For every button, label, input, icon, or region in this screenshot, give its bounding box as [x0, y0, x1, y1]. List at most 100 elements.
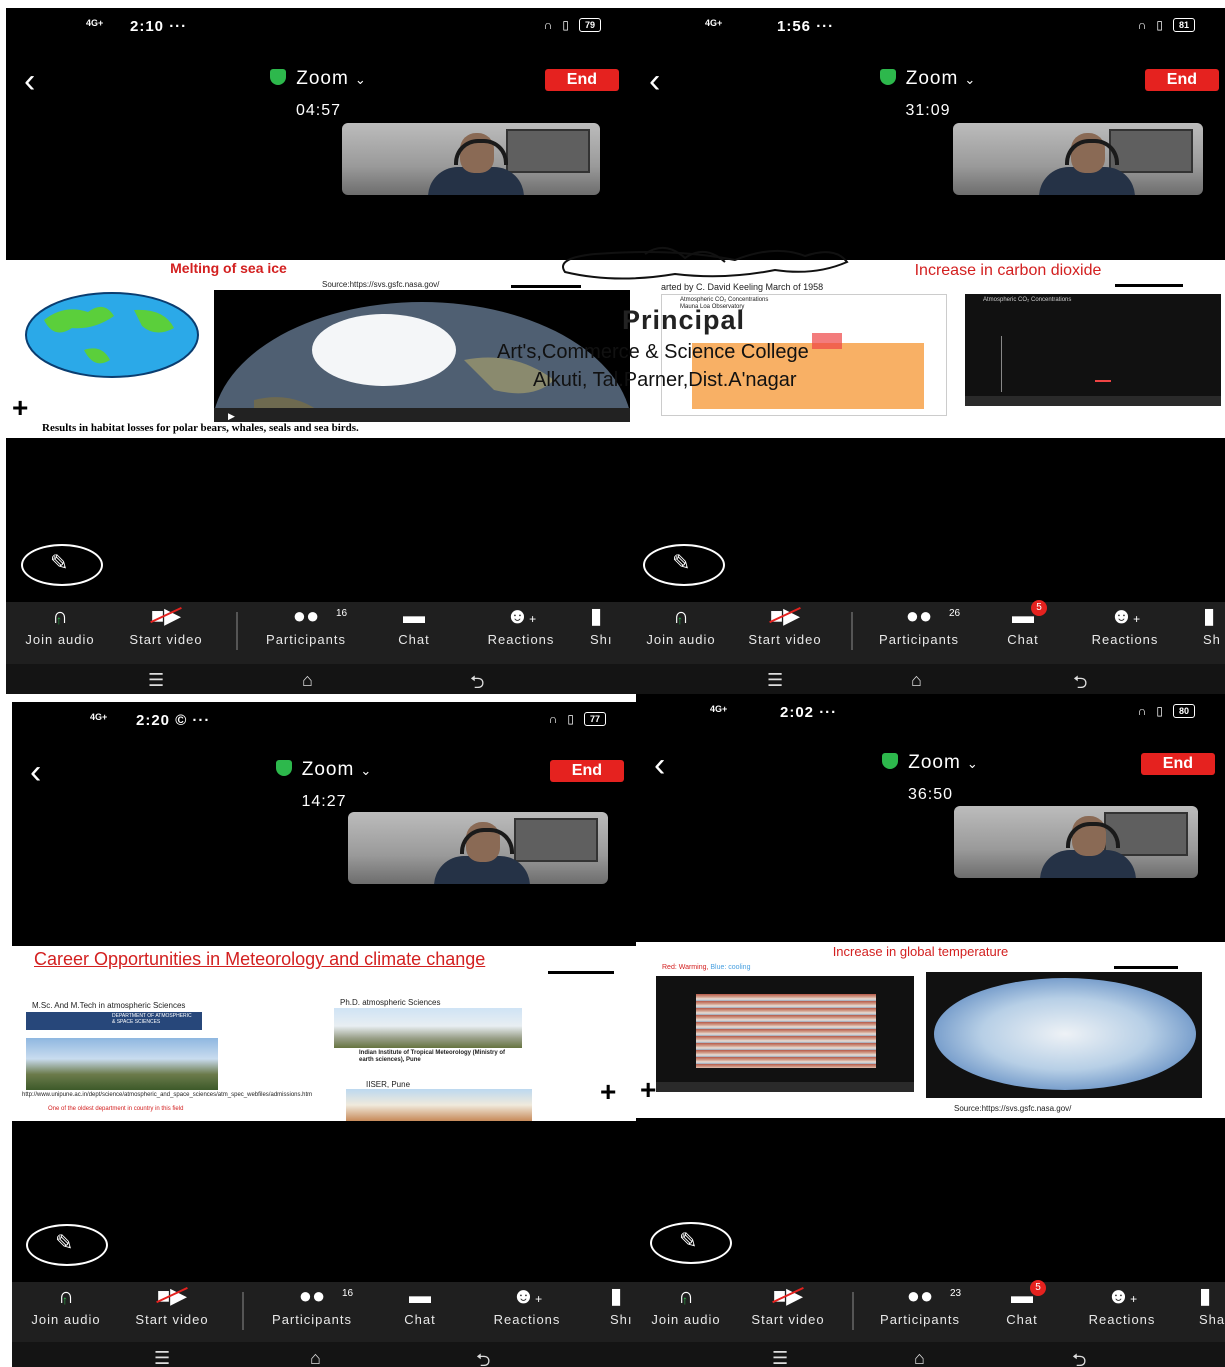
- chat-button[interactable]: ▬ Chat: [364, 602, 464, 647]
- chat-button[interactable]: ▬ 5 Chat: [973, 600, 1073, 647]
- video-off-icon: ■▶: [150, 603, 182, 628]
- meeting-toolbar: ∩ ↑ Join audio ■▶ Start video ●● 16 Participa…: [6, 602, 631, 664]
- menu-icon[interactable]: ☰: [772, 1348, 788, 1367]
- home-icon[interactable]: ⌂: [310, 1348, 321, 1367]
- share-button[interactable]: ▮ Shı: [610, 1282, 636, 1327]
- menu-icon[interactable]: ☰: [767, 670, 783, 691]
- start-video-button[interactable]: ■▶ Start video: [738, 1282, 838, 1327]
- globe-image: [25, 292, 199, 378]
- shield-icon: [270, 69, 287, 85]
- chat-button[interactable]: ▬ 5 Chat: [972, 1280, 1072, 1327]
- join-audio-button[interactable]: ∩ ↑ Join audio: [16, 1282, 116, 1327]
- participants-button[interactable]: ●● 16 Participants: [256, 602, 356, 647]
- meeting-toolbar: ∩ ↑ Join audio ■▶ Start video ●● 23 Participa…: [636, 1280, 1225, 1344]
- reactions-button[interactable]: ☻+ Reactions: [477, 1282, 577, 1327]
- legend-cooling: Blue: cooling: [710, 964, 751, 971]
- back-icon[interactable]: ⮌: [470, 670, 484, 694]
- end-button[interactable]: End: [544, 69, 619, 91]
- share-button[interactable]: ▮ Shı: [590, 602, 631, 647]
- android-nav-bar: ☰ ⌂ ⮌: [636, 1342, 1225, 1367]
- clock: 2:02 ···: [780, 704, 838, 721]
- chevron-down-icon: ⌄: [966, 756, 979, 771]
- annotate-pen-button[interactable]: [21, 544, 103, 586]
- speaker-video[interactable]: [953, 123, 1203, 195]
- home-icon[interactable]: ⌂: [302, 670, 313, 691]
- add-icon: +: [600, 1076, 617, 1107]
- join-audio-button[interactable]: ∩ ↑ Join audio: [10, 602, 110, 647]
- chevron-down-icon: ⌄: [354, 72, 367, 87]
- slide-left-heading: M.Sc. And M.Tech in atmospheric Sciences: [32, 1001, 186, 1010]
- meeting-title[interactable]: Zoom ⌄: [631, 68, 1225, 90]
- annotate-pen-button[interactable]: [643, 544, 725, 586]
- legend-warming: Red: Warming,: [662, 964, 709, 971]
- share-button[interactable]: ▮ Sha: [1199, 1282, 1225, 1327]
- co2-chart-left: Atmospheric CO₂ Concentrations Mauna Loa…: [661, 294, 947, 416]
- meeting-header: ‹ Zoom ⌄ End 31:09: [631, 64, 1225, 126]
- start-video-button[interactable]: ■▶ Start video: [122, 1282, 222, 1327]
- end-button[interactable]: End: [1144, 69, 1219, 91]
- chart-subtitle: Mauna Loa Observatory: [680, 304, 745, 310]
- temperature-stripes-video[interactable]: [656, 976, 914, 1092]
- status-bar: 4G+ 2:10 ··· ∩ ▯ 79: [6, 14, 631, 44]
- slide-title: Career Opportunities in Meteorology and …: [34, 949, 486, 969]
- join-audio-button[interactable]: ∩ ↑ Join audio: [631, 602, 731, 647]
- meeting-title[interactable]: Zoom ⌄: [6, 68, 631, 90]
- participants-button[interactable]: ●● 26 Participants: [869, 602, 969, 647]
- speaker-video[interactable]: [954, 806, 1198, 878]
- back-icon[interactable]: ⮌: [1072, 1348, 1086, 1367]
- shared-slide: Increase in carbon dioxide arted by C. D…: [631, 260, 1225, 438]
- reactions-icon: ☻+: [505, 603, 537, 628]
- speaker-video[interactable]: [342, 123, 600, 195]
- speaker-video[interactable]: [348, 812, 608, 884]
- participants-button[interactable]: ●● 16 Participants: [262, 1282, 362, 1327]
- start-video-button[interactable]: ■▶ Start video: [735, 602, 835, 647]
- back-icon[interactable]: ⮌: [1073, 670, 1087, 694]
- network-indicator: 4G+: [90, 712, 108, 722]
- battery-indicator: 77: [583, 712, 606, 726]
- iiser-photo: [346, 1089, 532, 1121]
- end-button[interactable]: End: [549, 760, 624, 782]
- meeting-timer: 04:57: [295, 102, 342, 119]
- temperature-map-video[interactable]: [926, 972, 1202, 1098]
- clock: 1:56 ···: [777, 18, 835, 35]
- annotate-pen-button[interactable]: [650, 1222, 732, 1264]
- video-off-icon: ■▶: [156, 1283, 188, 1308]
- network-indicator: 4G+: [705, 18, 723, 28]
- battery-indicator: 81: [1172, 18, 1195, 32]
- menu-icon[interactable]: ☰: [154, 1348, 170, 1367]
- chart-title: Atmospheric CO₂ Concentrations: [680, 297, 769, 303]
- meeting-title[interactable]: Zoom ⌄: [12, 759, 636, 781]
- video-off-icon: ■▶: [769, 603, 801, 628]
- reactions-button[interactable]: ☻+ Reactions: [471, 602, 571, 647]
- end-button[interactable]: End: [1140, 753, 1215, 775]
- status-bar: 4G+ 1:56 ··· ∩ ▯ 81: [631, 14, 1225, 44]
- annotate-pen-button[interactable]: [26, 1224, 108, 1266]
- start-video-button[interactable]: ■▶ Start video: [116, 602, 216, 647]
- back-icon[interactable]: ⮌: [476, 1348, 490, 1367]
- iitm-photo: [334, 1008, 522, 1048]
- add-icon: +: [12, 392, 29, 423]
- clock: 2:20 © ···: [136, 712, 211, 729]
- co2-chart-video[interactable]: Atmospheric CO₂ Concentrations: [965, 294, 1221, 406]
- meeting-toolbar: ∩ ↑ Join audio ■▶ Start video ●● 16 Participa…: [12, 1282, 636, 1344]
- participants-button[interactable]: ●● 23 Participants: [870, 1282, 970, 1327]
- reactions-button[interactable]: ☻+ Reactions: [1072, 1282, 1172, 1327]
- vibrate-icon: ▯: [1156, 704, 1163, 718]
- slide-title: Increase in carbon dioxide: [914, 262, 1102, 279]
- share-icon: ▮: [1199, 1283, 1212, 1308]
- chat-button[interactable]: ▬ Chat: [370, 1282, 470, 1327]
- chat-icon: ▬ 5: [973, 600, 1073, 630]
- slide-subtitle: arted by C. David Keeling March of 1958: [661, 282, 824, 292]
- zoom-screenshot-3: 4G+ 2:20 © ··· ∩ ▯ 77 ‹ Zoom ⌄ End 14:27 Ca…: [12, 702, 636, 1367]
- headphones-icon: ∩: [543, 18, 553, 32]
- join-audio-button[interactable]: ∩ ↑ Join audio: [636, 1282, 736, 1327]
- meeting-title[interactable]: Zoom ⌄: [636, 752, 1225, 774]
- sea-ice-video[interactable]: ▶: [212, 290, 631, 438]
- reactions-button[interactable]: ☻+ Reactions: [1075, 602, 1175, 647]
- android-nav-bar: ☰ ⌂ ⮌: [12, 1342, 636, 1367]
- menu-icon[interactable]: ☰: [148, 670, 164, 691]
- home-icon[interactable]: ⌂: [914, 1348, 925, 1367]
- home-icon[interactable]: ⌂: [911, 670, 922, 691]
- shield-icon: [275, 760, 292, 776]
- share-button[interactable]: ▮ Sh: [1203, 602, 1225, 647]
